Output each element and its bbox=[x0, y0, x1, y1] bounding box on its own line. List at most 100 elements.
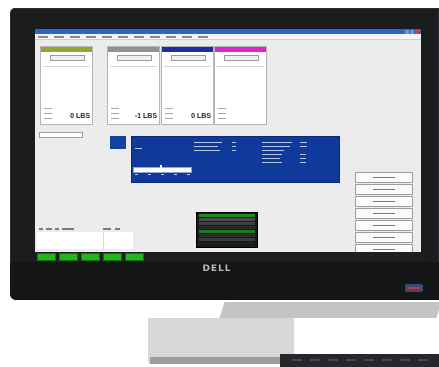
menu-item[interactable] bbox=[198, 36, 208, 38]
scale-card-weight: 0 LBS bbox=[191, 113, 211, 120]
reading-label bbox=[262, 162, 282, 163]
minimize-icon[interactable] bbox=[405, 29, 409, 34]
menu-item[interactable] bbox=[118, 36, 128, 38]
scale-card-columns bbox=[164, 63, 211, 67]
scale-card-weight: -1 LBS bbox=[134, 113, 157, 120]
list-divider bbox=[103, 232, 104, 249]
menu-item[interactable] bbox=[70, 36, 80, 38]
slider-handle[interactable] bbox=[160, 165, 162, 172]
status-stack bbox=[196, 212, 258, 248]
reading-label bbox=[262, 146, 290, 147]
scale-card-line bbox=[111, 108, 119, 109]
bottom-tab[interactable] bbox=[59, 253, 78, 261]
close-icon[interactable] bbox=[415, 29, 419, 34]
scale-card-header bbox=[215, 47, 266, 52]
scale-card-button[interactable] bbox=[224, 55, 259, 61]
reading-value bbox=[232, 142, 236, 143]
side-action-button[interactable] bbox=[355, 172, 413, 183]
status-square bbox=[110, 136, 126, 149]
reading-label bbox=[262, 150, 284, 151]
scale-card-button[interactable] bbox=[117, 55, 152, 61]
scale-tick bbox=[187, 174, 190, 175]
button-label bbox=[373, 177, 395, 178]
menu-item[interactable] bbox=[182, 36, 192, 38]
photo-scene: 0 LBS -1 LBS 0 LBS DELL bbox=[0, 0, 439, 367]
reading-value bbox=[232, 150, 236, 151]
keyboard-key bbox=[328, 359, 338, 361]
scale-tick bbox=[161, 174, 164, 175]
side-action-button[interactable] bbox=[355, 196, 413, 207]
scale-tick bbox=[148, 174, 151, 175]
monitor-screen: 0 LBS -1 LBS 0 LBS bbox=[35, 29, 421, 261]
menu-item[interactable] bbox=[134, 36, 144, 38]
slider-scale bbox=[135, 174, 190, 175]
monitor-stand-edge bbox=[150, 357, 295, 364]
menu-item[interactable] bbox=[86, 36, 96, 38]
scale-card-line bbox=[44, 108, 52, 109]
button-label bbox=[373, 237, 395, 238]
reading-label bbox=[262, 142, 292, 143]
scale-card bbox=[214, 46, 267, 125]
bottom-tab[interactable] bbox=[103, 253, 122, 261]
status-row[interactable] bbox=[199, 222, 255, 225]
keyboard-key bbox=[310, 359, 320, 361]
scale-card-line bbox=[218, 118, 226, 119]
scale-card-line bbox=[165, 118, 173, 119]
reading-label bbox=[262, 154, 282, 155]
side-action-button[interactable] bbox=[355, 184, 413, 195]
scale-card-button[interactable] bbox=[171, 55, 206, 61]
button-label bbox=[373, 189, 395, 190]
bottom-tab[interactable] bbox=[125, 253, 144, 261]
reading-value bbox=[300, 154, 306, 155]
side-action-button[interactable] bbox=[355, 232, 413, 243]
scale-card-columns bbox=[110, 63, 157, 67]
status-row[interactable] bbox=[199, 242, 255, 245]
reading-value bbox=[300, 162, 306, 163]
text-field[interactable] bbox=[39, 132, 83, 138]
record-list[interactable] bbox=[37, 232, 133, 249]
menu-item[interactable] bbox=[166, 36, 176, 38]
status-row[interactable] bbox=[199, 230, 255, 233]
menu-item[interactable] bbox=[38, 36, 48, 38]
menu-item[interactable] bbox=[54, 36, 64, 38]
reading-label bbox=[194, 142, 222, 143]
bottom-tab[interactable] bbox=[81, 253, 100, 261]
scale-card-columns bbox=[43, 63, 90, 67]
keyboard-key bbox=[346, 359, 356, 361]
reading-value bbox=[300, 146, 307, 147]
scale-card-line bbox=[111, 118, 119, 119]
status-row[interactable] bbox=[199, 226, 255, 229]
status-row[interactable] bbox=[199, 238, 255, 241]
reading-label bbox=[194, 146, 218, 147]
scale-card-header bbox=[162, 47, 213, 52]
side-action-button[interactable] bbox=[355, 208, 413, 219]
menu-item[interactable] bbox=[102, 36, 112, 38]
bottom-tab[interactable] bbox=[37, 253, 56, 261]
button-label bbox=[373, 225, 395, 226]
status-row[interactable] bbox=[199, 234, 255, 237]
keyboard bbox=[280, 354, 439, 367]
button-label bbox=[373, 213, 395, 214]
scale-card-line bbox=[165, 113, 173, 114]
scale-card-line bbox=[165, 108, 173, 109]
status-row[interactable] bbox=[199, 218, 255, 221]
list-header bbox=[37, 228, 133, 231]
scale-card-header bbox=[41, 47, 92, 52]
keyboard-key bbox=[382, 359, 392, 361]
monitor-stand-arm bbox=[219, 302, 439, 318]
side-action-button[interactable] bbox=[355, 220, 413, 231]
position-slider[interactable] bbox=[133, 167, 192, 173]
scale-card-line bbox=[44, 118, 52, 119]
list-column-header bbox=[39, 228, 43, 230]
readings-panel bbox=[131, 136, 340, 183]
reading-label bbox=[194, 150, 220, 151]
reading-value bbox=[300, 142, 307, 143]
menu-item[interactable] bbox=[150, 36, 160, 38]
keyboard-key bbox=[418, 359, 428, 361]
keyboard-key bbox=[292, 359, 302, 361]
list-column-header bbox=[46, 228, 52, 230]
scale-card-header bbox=[108, 47, 159, 52]
status-row[interactable] bbox=[199, 214, 255, 217]
maximize-icon[interactable] bbox=[410, 29, 414, 34]
scale-card-button[interactable] bbox=[50, 55, 85, 61]
